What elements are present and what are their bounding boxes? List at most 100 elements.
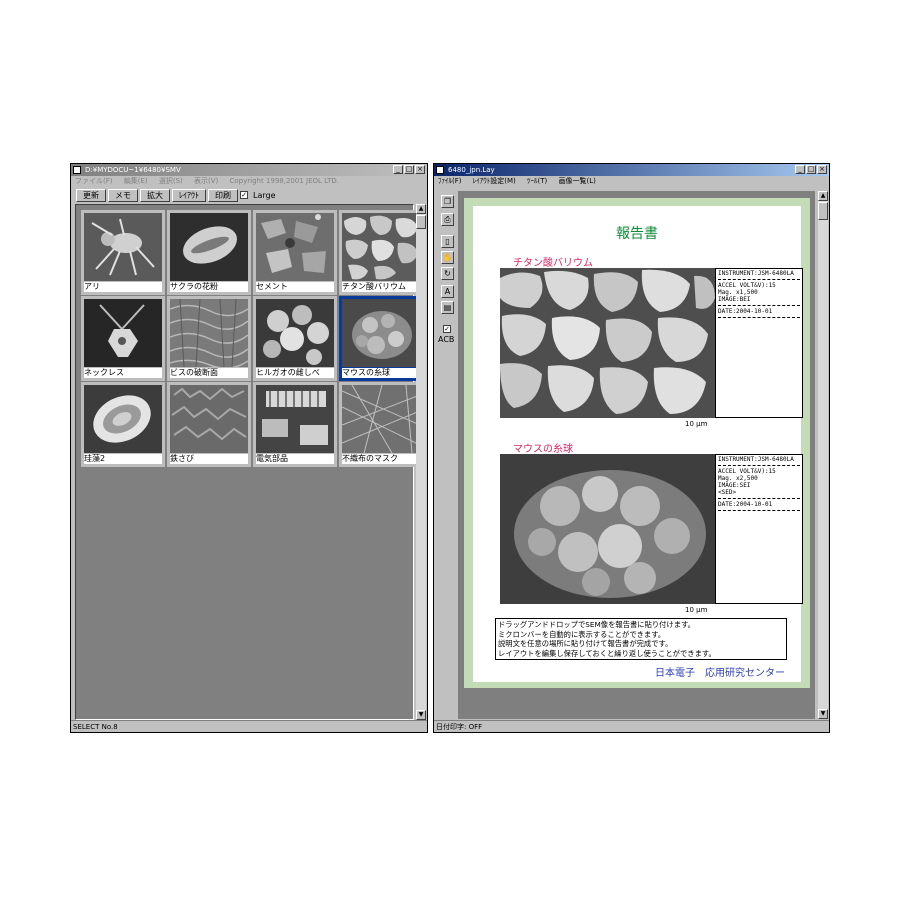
scroll-down-arrow[interactable]: ▼ <box>818 709 828 719</box>
diatom-image <box>84 385 162 453</box>
pistil-image <box>256 299 334 367</box>
memo-button[interactable]: メモ <box>108 188 138 202</box>
thumbnail-label: 鉄さび <box>170 454 248 464</box>
thumbnail-tile[interactable]: サクラの花粉 <box>167 210 251 295</box>
thumbnail-tile[interactable]: 電気部品 <box>253 382 337 467</box>
paste-icon[interactable]: ▯ <box>441 235 454 248</box>
section-title-glomerulus: マウスの糸球 <box>513 444 573 455</box>
scale-bar-label: 10 μm <box>685 420 708 428</box>
thumbnail-tile[interactable]: ネックレス <box>81 296 165 381</box>
menu-file[interactable]: ﾌｧｲﾙ(F) <box>438 177 462 185</box>
text-tool-icon[interactable]: A <box>441 285 454 298</box>
maximize-button[interactable]: □ <box>806 165 816 174</box>
minimize-button[interactable]: _ <box>795 165 805 174</box>
thumbnail-tile[interactable]: 珪藻2 <box>81 382 165 467</box>
left-title-bar[interactable]: D:¥MYDOCU~1¥6480¥SMV _ □ × <box>71 164 427 176</box>
report-footer: 日本電子 応用研究センター <box>655 668 785 679</box>
info-detector: <SED> <box>718 489 737 496</box>
screw-fracture-image <box>170 299 248 367</box>
thumbnail-tile-selected[interactable]: マウスの糸球 <box>339 296 423 381</box>
thumbnail-label: ネックレス <box>84 368 162 378</box>
thumbnail-tile[interactable]: 不織布のマスク <box>339 382 423 467</box>
menu-select[interactable]: 選択(S) <box>159 177 183 185</box>
thumbnail-label: チタン酸バリウム <box>342 282 420 292</box>
thumbnail-tile[interactable]: ビスの破断面 <box>167 296 251 381</box>
acb-label: ACB <box>438 335 455 344</box>
thumbnail-tile[interactable]: セメント <box>253 210 337 295</box>
thumbnail-browser-window: D:¥MYDOCU~1¥6480¥SMV _ □ × ファイル(F) 編集(E)… <box>70 163 428 733</box>
thumbnail-tile[interactable]: 鉄さび <box>167 382 251 467</box>
large-label: Large <box>253 190 276 200</box>
close-button[interactable]: × <box>415 165 425 174</box>
scale-bar-label: 10 μm <box>685 606 708 614</box>
notes-box[interactable]: ドラッグアンドドロップでSEM像を報告書に貼り付けます。 ミクロンバーを自動的に… <box>495 618 787 660</box>
menu-edit[interactable]: 編集(E) <box>124 177 148 185</box>
page-frame: 報告書 チタン酸バリウム INSTRUMENT:JSM-6480LA ACCEL… <box>464 198 810 688</box>
scroll-up-arrow[interactable]: ▲ <box>416 204 426 214</box>
note-line: 説明文を任意の場所に貼り付けて報告書が完成です。 <box>498 639 673 648</box>
menu-tools[interactable]: ﾂｰﾙ(T) <box>527 177 547 185</box>
note-line: レイアウトを編集し保存しておくと繰り返し使うことができます。 <box>498 648 716 658</box>
memo-icon[interactable]: ▤ <box>441 301 454 314</box>
info-date: DATE:2004-10-01 <box>718 308 773 315</box>
scroll-down-arrow[interactable]: ▼ <box>416 710 426 720</box>
right-status-bar: 日付印字: OFF <box>434 720 829 732</box>
cement-image <box>256 213 334 281</box>
tool-strip: ❐ ⎙ ▯ ✋ ↻ A ▤ ✓ ACB <box>437 191 457 719</box>
thumbnail-grid: アリ サクラの花粉 セメント チタン酸バリウム ネックレス ビスの破断面 ヒルガ… <box>75 204 423 720</box>
thumbnail-tile[interactable]: アリ <box>81 210 165 295</box>
rotate-icon[interactable]: ↻ <box>441 267 454 280</box>
copyright-text: Copyright 1998,2001 JEOL LTD. <box>229 177 339 185</box>
hand-icon[interactable]: ✋ <box>441 251 454 264</box>
info-image-type: IMAGE:BEI <box>718 296 751 303</box>
update-button[interactable]: 更新 <box>76 188 106 202</box>
close-button[interactable]: × <box>817 165 827 174</box>
barium-titanate-image <box>342 213 420 281</box>
print-icon[interactable]: ⎙ <box>441 213 454 226</box>
print-button[interactable]: 印刷 <box>208 188 238 202</box>
left-window-title: D:¥MYDOCU~1¥6480¥SMV <box>85 166 181 174</box>
barium-titanate-sem-image[interactable] <box>500 268 715 418</box>
glomerulus-sem-image[interactable] <box>500 454 715 604</box>
thumbnail-scrollbar[interactable]: ▲ ▼ <box>416 204 426 720</box>
info-image-type: IMAGE:SEI <box>718 482 751 489</box>
info-instrument: INSTRUMENT:JSM-6480LA <box>718 456 794 463</box>
scroll-thumb[interactable] <box>818 202 828 220</box>
menu-view[interactable]: 表示(V) <box>194 177 218 185</box>
menu-file[interactable]: ファイル(F) <box>75 177 113 185</box>
layout-report-window: 6480_jpn.Lay _ □ × ﾌｧｲﾙ(F) ﾚｲｱｳﾄ設定(M) ﾂｰ… <box>433 163 830 733</box>
right-title-bar[interactable]: 6480_jpn.Lay _ □ × <box>434 164 829 176</box>
scroll-up-arrow[interactable]: ▲ <box>818 191 828 201</box>
zoom-button[interactable]: 拡大 <box>140 188 170 202</box>
report-title: 報告書 <box>616 226 658 242</box>
layout-button[interactable]: ﾚｲｱｳﾄ <box>172 188 206 202</box>
thumbnail-tile[interactable]: ヒルガオの雌しべ <box>253 296 337 381</box>
report-page: 報告書 チタン酸バリウム INSTRUMENT:JSM-6480LA ACCEL… <box>473 206 803 682</box>
menu-image-list[interactable]: 画像一覧(L) <box>558 177 595 185</box>
document-area: 報告書 チタン酸バリウム INSTRUMENT:JSM-6480LA ACCEL… <box>458 191 815 719</box>
large-checkbox[interactable]: ✓ <box>240 191 248 199</box>
thumbnail-label: 不織布のマスク <box>342 454 420 464</box>
copy-icon[interactable]: ❐ <box>441 195 454 208</box>
glomerulus-image <box>342 299 420 367</box>
maximize-button[interactable]: □ <box>404 165 414 174</box>
minimize-button[interactable]: _ <box>393 165 403 174</box>
thumbnail-label: セメント <box>256 282 334 292</box>
rust-image <box>170 385 248 453</box>
thumbnail-label: ビスの破断面 <box>170 368 248 378</box>
info-magnification: Mag. x1,500 <box>718 289 758 296</box>
document-scrollbar[interactable]: ▲ ▼ <box>818 191 828 719</box>
thumbnail-label: 珪藻2 <box>84 454 162 464</box>
thumbnail-label: サクラの花粉 <box>170 282 248 292</box>
ant-image <box>84 213 162 281</box>
thumbnail-tile[interactable]: チタン酸バリウム <box>339 210 423 295</box>
acb-checkbox[interactable]: ✓ <box>443 325 451 333</box>
menu-layout-settings[interactable]: ﾚｲｱｳﾄ設定(M) <box>473 177 516 185</box>
section-title-barium-titanate: チタン酸バリウム <box>513 258 593 269</box>
scroll-thumb[interactable] <box>416 215 426 229</box>
thumbnail-label: 電気部品 <box>256 454 334 464</box>
info-accel-volt: ACCEL VOLT&V):15 <box>718 282 776 289</box>
electronic-part-image <box>256 385 334 453</box>
info-magnification: Mag. x2,500 <box>718 475 758 482</box>
necklace-image <box>84 299 162 367</box>
